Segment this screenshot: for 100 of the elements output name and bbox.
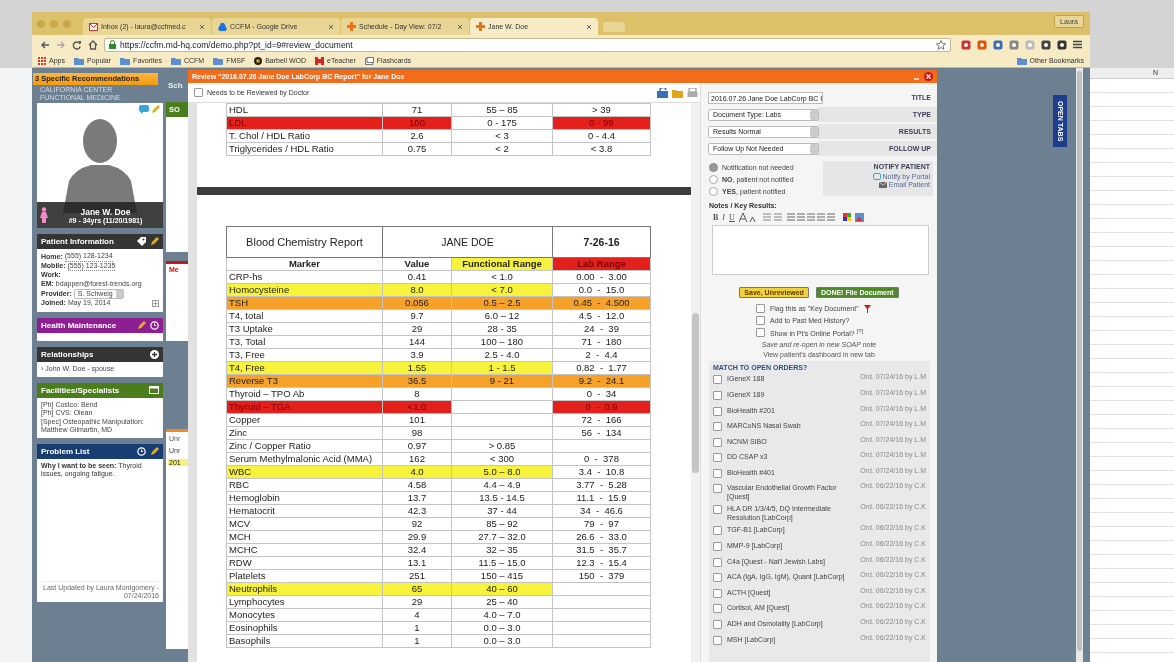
portal-icon bbox=[872, 173, 881, 180]
back-icon[interactable] bbox=[40, 39, 50, 50]
expand-icon[interactable] bbox=[152, 300, 159, 307]
table-cell: 55 – 85 bbox=[451, 103, 553, 117]
table-cell: 8 bbox=[382, 387, 452, 401]
star-icon[interactable] bbox=[936, 39, 946, 50]
window-icon[interactable] bbox=[149, 386, 159, 394]
table-cell: 0.0 – 3.0 bbox=[451, 621, 553, 635]
table-cell: 2.6 bbox=[382, 129, 452, 143]
pencil-icon[interactable] bbox=[150, 446, 159, 456]
checkbox[interactable] bbox=[713, 526, 722, 536]
checkbox[interactable] bbox=[713, 422, 722, 432]
table-cell: 32.4 bbox=[382, 543, 452, 557]
table-cell: 3.77 - 5.28 bbox=[552, 478, 651, 492]
table-cell: Basophils bbox=[226, 634, 383, 648]
format-button[interactable]: I bbox=[722, 212, 725, 222]
history-icon[interactable] bbox=[150, 321, 159, 330]
address-bar[interactable]: https://ccfm.md-hq.com/demo.php?pt_id=9#review_document bbox=[104, 37, 951, 52]
image-icon[interactable] bbox=[854, 212, 864, 222]
checkbox[interactable] bbox=[194, 88, 203, 97]
checkbox[interactable] bbox=[713, 557, 722, 567]
cross-icon bbox=[476, 22, 485, 31]
table-cell: 4.58 bbox=[382, 478, 452, 492]
table-cell: 144 bbox=[382, 335, 452, 349]
radio-button[interactable] bbox=[709, 163, 718, 172]
table-cell: Eosinophils bbox=[226, 621, 383, 635]
checkbox[interactable] bbox=[713, 505, 722, 515]
extension-icon[interactable] bbox=[1041, 39, 1051, 50]
table-cell: 28 - 35 bbox=[451, 322, 553, 336]
table-cell: 0 - 34 bbox=[552, 387, 651, 401]
checkbox[interactable] bbox=[713, 620, 722, 630]
table-cell: T3, Total bbox=[226, 335, 383, 349]
radio-button[interactable] bbox=[709, 187, 718, 196]
table-cell: 3.4 - 10.8 bbox=[552, 465, 651, 479]
table-cell: Lymphocytes bbox=[226, 595, 383, 609]
scrollbar-thumb[interactable] bbox=[692, 313, 699, 473]
menu-icon[interactable] bbox=[1073, 40, 1082, 49]
table-cell: 29.9 bbox=[382, 530, 452, 544]
extension-icon[interactable] bbox=[1057, 39, 1067, 50]
forward-icon[interactable] bbox=[56, 39, 66, 50]
checkbox[interactable] bbox=[713, 604, 722, 614]
female-figure-icon bbox=[40, 207, 48, 223]
checkbox[interactable] bbox=[713, 542, 722, 552]
folder-icon[interactable] bbox=[672, 87, 683, 98]
checkbox[interactable] bbox=[713, 468, 722, 478]
table-cell: 71 - 180 bbox=[552, 335, 651, 349]
checkbox[interactable] bbox=[713, 484, 722, 494]
close-icon[interactable] bbox=[586, 23, 592, 30]
format-button[interactable]: U bbox=[729, 212, 735, 222]
column-header: Marker bbox=[226, 257, 383, 271]
checkbox[interactable] bbox=[756, 328, 765, 338]
table-cell: MCHC bbox=[226, 543, 383, 557]
table-cell: Platelets bbox=[226, 569, 383, 583]
checkbox[interactable] bbox=[713, 573, 722, 583]
table-cell: 0.0 – 3.0 bbox=[451, 634, 553, 648]
print-icon[interactable] bbox=[687, 87, 698, 98]
add-icon[interactable] bbox=[150, 350, 159, 359]
close-icon[interactable] bbox=[328, 23, 334, 30]
chat-icon[interactable] bbox=[139, 105, 149, 114]
close-icon[interactable] bbox=[199, 23, 205, 30]
home-icon[interactable] bbox=[88, 39, 98, 50]
reload-icon[interactable] bbox=[72, 39, 82, 50]
checkbox[interactable] bbox=[713, 635, 722, 645]
table-cell: 0.82 - 1.77 bbox=[552, 361, 651, 375]
table-cell: 0.75 bbox=[382, 142, 452, 156]
table-cell: 0.41 bbox=[382, 270, 452, 284]
report-title: Blood Chemistry Report bbox=[226, 226, 383, 258]
pencil-icon[interactable] bbox=[150, 237, 159, 246]
table-cell: 42.3 bbox=[382, 504, 452, 518]
tag-icon[interactable] bbox=[137, 237, 146, 246]
checkbox[interactable] bbox=[756, 316, 765, 325]
checkbox[interactable] bbox=[713, 390, 722, 400]
envelope-icon bbox=[878, 181, 887, 188]
table-cell: T3 Uptake bbox=[226, 322, 383, 336]
radio-button[interactable] bbox=[709, 175, 718, 184]
table-cell: < 1.0 bbox=[451, 270, 553, 284]
checkbox[interactable] bbox=[713, 437, 722, 447]
circle-logo-icon bbox=[254, 56, 263, 65]
section-title: Facilities/Specialists bbox=[41, 385, 120, 395]
section-title: Relationships bbox=[41, 350, 94, 359]
checkbox[interactable] bbox=[713, 588, 722, 598]
checkbox[interactable] bbox=[756, 304, 765, 313]
scrollbar-thumb[interactable] bbox=[1077, 71, 1082, 651]
cross-icon bbox=[347, 22, 356, 31]
table-cell: CRP-hs bbox=[226, 270, 383, 284]
color-icon[interactable] bbox=[842, 213, 851, 221]
history-icon[interactable] bbox=[137, 446, 146, 456]
table-cell: Zinc / Copper Ratio bbox=[226, 439, 383, 453]
refresh-icon[interactable] bbox=[657, 87, 668, 98]
table-cell: 71 bbox=[382, 103, 452, 117]
pencil-icon[interactable] bbox=[137, 321, 146, 330]
table-cell: 32 – 35 bbox=[451, 543, 553, 557]
close-icon[interactable] bbox=[457, 23, 463, 30]
table-cell: 101 bbox=[382, 413, 452, 427]
checkbox[interactable] bbox=[713, 375, 722, 385]
format-button[interactable]: B bbox=[713, 212, 719, 222]
table-cell: 4.5 - 12.0 bbox=[552, 309, 651, 323]
checkbox[interactable] bbox=[713, 453, 722, 463]
checkbox[interactable] bbox=[713, 406, 722, 416]
table-cell: 13.7 bbox=[382, 491, 452, 505]
